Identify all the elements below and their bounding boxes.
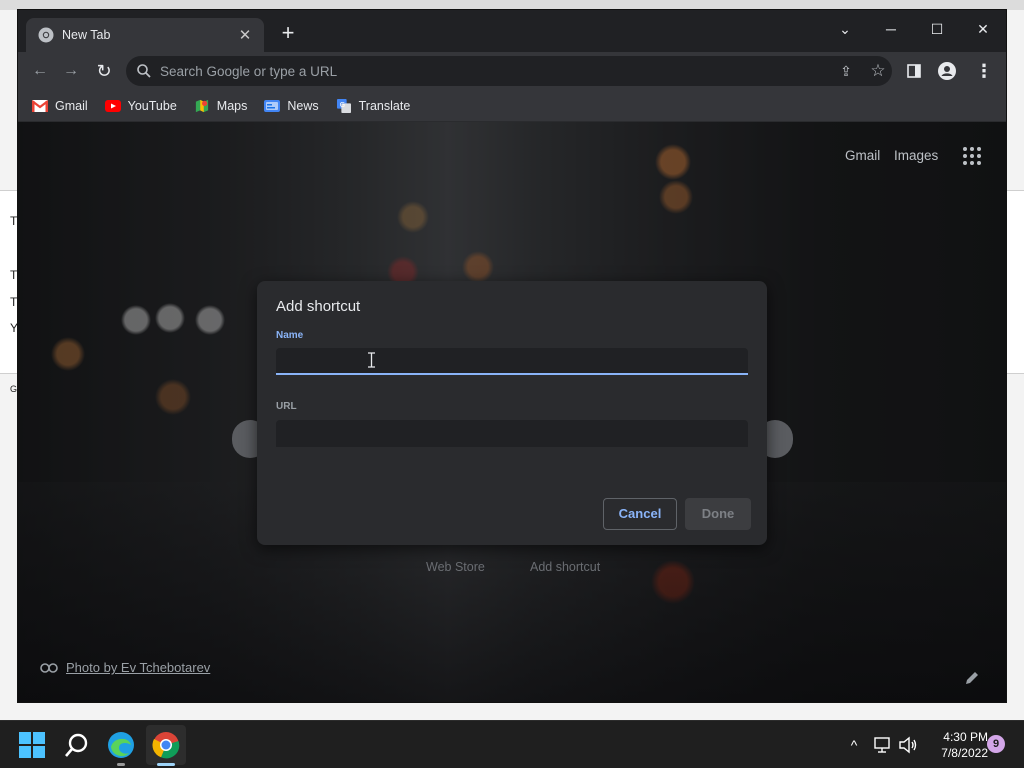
clock-date: 7/8/2022 [941,746,988,760]
tab-new-tab[interactable]: New Tab ✕ [26,18,264,52]
profile-avatar-icon[interactable] [938,62,956,80]
back-button[interactable]: ← [27,58,53,84]
edge-browser-icon[interactable] [107,731,135,759]
url-input[interactable] [276,420,748,447]
pencil-icon[interactable] [964,670,980,686]
svg-text:G: G [339,100,344,108]
background-text-fragment: T [10,214,18,228]
google-apps-icon[interactable] [962,146,982,166]
url-field-label: URL [276,401,297,412]
system-clock[interactable]: 4:30 PM 7/8/2022 [920,729,988,761]
bookmarks-bar: Gmail YouTube Maps News G Translate [18,90,1006,122]
minimize-button[interactable]: ─ [868,14,914,44]
new-tab-button[interactable]: + [276,22,300,46]
volume-icon[interactable] [898,735,918,755]
translate-icon: G [336,98,351,113]
bookmark-label: Gmail [55,98,88,113]
clock-time: 4:30 PM [943,730,988,744]
title-bar: New Tab ✕ + ⌄ ─ ☐ ✕ [18,10,1006,52]
windows-start-icon[interactable] [19,732,45,758]
name-field-label: Name [276,330,304,341]
dialog-title: Add shortcut [276,298,361,315]
bookmark-label: Maps [216,98,248,113]
add-shortcut-dialog: Add shortcut Name URL Cancel Done [257,281,767,545]
bookmark-gmail[interactable]: Gmail [32,99,88,113]
taskbar: ^ 4:30 PM 7/8/2022 [0,720,1024,768]
maps-icon [195,99,208,112]
background-text-fragment: T [10,295,18,309]
bookmark-maps[interactable]: Maps [194,98,248,113]
background-tab-strip [0,0,1024,10]
bookmark-youtube[interactable]: YouTube [104,98,177,113]
tab-title: New Tab [62,28,111,42]
photo-credit[interactable]: Photo by Ev Tchebotarev [40,660,210,675]
share-icon[interactable]: ⇪ [834,59,858,83]
notification-badge[interactable]: 9 [987,735,1005,753]
search-icon[interactable] [64,732,90,758]
tab-search-chevron-icon[interactable]: ⌄ [822,14,868,44]
bookmark-translate[interactable]: G Translate [336,98,411,113]
web-store-shortcut[interactable]: Web Store [426,560,485,574]
search-icon [137,64,151,78]
add-shortcut-tile[interactable]: Add shortcut [530,560,600,574]
background-text-fragment: T [10,268,18,282]
tray-overflow-chevron-icon[interactable]: ^ [844,735,864,755]
gmail-link[interactable]: Gmail [845,148,880,163]
close-window-button[interactable]: ✕ [960,14,1006,44]
photo-credit-text[interactable]: Photo by Ev Tchebotarev [66,660,210,675]
bookmark-label: Translate [358,98,411,113]
chrome-menu-button[interactable]: ⋮ [971,58,997,84]
maximize-button[interactable]: ☐ [914,14,960,44]
network-icon[interactable] [873,735,893,755]
bookmark-news[interactable]: News [264,98,319,113]
toolbar: ← → ↻ Search Google or type a URL ⇪ ☆ ⋮ [18,52,1006,90]
bookmark-star-icon[interactable]: ☆ [866,59,890,83]
link-icon [40,662,58,673]
text-cursor-icon [368,352,375,368]
bookmark-label: YouTube [127,98,177,113]
edge-running-indicator [117,763,125,766]
address-bar[interactable]: Search Google or type a URL ⇪ ☆ [126,56,892,86]
news-icon [264,99,281,112]
address-bar-placeholder: Search Google or type a URL [160,63,338,79]
chrome-taskbar-icon[interactable] [152,731,180,759]
gmail-icon [32,99,48,112]
background-text-fragment: Y [10,321,19,335]
youtube-icon [104,99,121,112]
cancel-button[interactable]: Cancel [603,498,677,530]
tab-close-icon[interactable]: ✕ [236,26,254,44]
done-button[interactable]: Done [685,498,751,530]
chrome-active-indicator [157,763,175,766]
chrome-icon [38,27,54,43]
name-input[interactable] [276,348,748,375]
side-panel-icon[interactable] [907,64,921,78]
reload-button[interactable]: ↻ [91,58,117,84]
images-link[interactable]: Images [894,148,938,163]
forward-button[interactable]: → [58,58,84,84]
bookmark-label: News [287,98,319,113]
background-text-fragment: G [10,384,18,394]
